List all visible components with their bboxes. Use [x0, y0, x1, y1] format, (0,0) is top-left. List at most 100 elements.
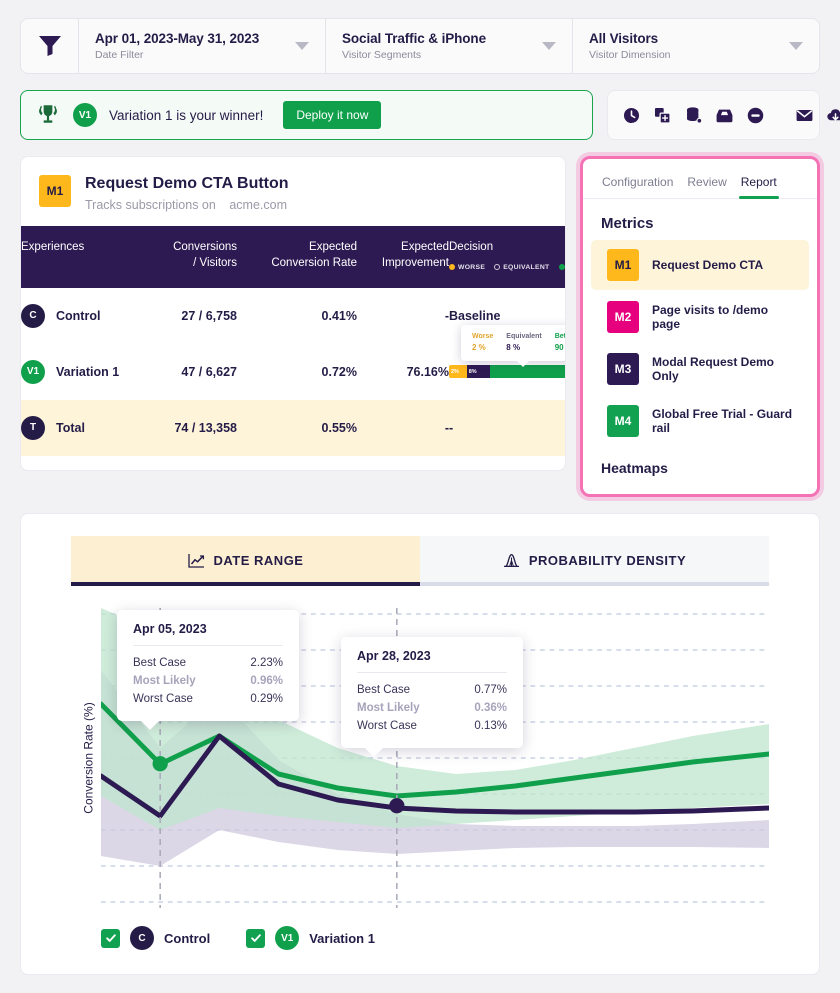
table-row[interactable]: T Total 74 / 13,358 0.55% - - [21, 399, 565, 456]
heatmaps-section-title[interactable]: Heatmaps [583, 448, 817, 494]
experiment-subtitle-text: Tracks subscriptions on [85, 198, 216, 212]
trophy-icon [39, 105, 57, 123]
table-row[interactable]: V1 Variation 1 47 / 6,627 0.72% 76.16% W… [21, 325, 565, 400]
visitor-dimension-label: Visitor Dimension [589, 49, 671, 61]
tooltip-worst-case: Worst Case 0.29% [133, 690, 283, 708]
legend-equivalent-dot-icon [494, 264, 501, 271]
tooltip-most-likely-value: 0.96% [250, 675, 283, 687]
tooltip-best-case-label: Best Case [357, 684, 411, 696]
tooltip-worse-label: Worse [472, 333, 494, 341]
metric-badge-m1: M1 [39, 175, 71, 207]
tooltip-worst-case-label: Worst Case [133, 693, 193, 705]
row-variation1-decision: Worse 2 % Equivalent 8 % Better [449, 325, 565, 400]
metric-item-m3[interactable]: M3 Modal Request Demo Only [591, 344, 809, 394]
pause-icon[interactable] [746, 106, 765, 125]
database-icon[interactable] [684, 106, 703, 125]
duplicate-icon[interactable] [653, 106, 672, 125]
tooltip-equivalent: Equivalent 8 % [506, 333, 541, 352]
tab-report[interactable]: Report [734, 171, 784, 199]
decision-segment-equivalent: 8% [466, 365, 491, 379]
cloud-download-icon[interactable] [826, 106, 840, 125]
experiment-subtitle: Tracks subscriptions on acme.com [85, 198, 289, 212]
date-filter[interactable]: Apr 01, 2023-May 31, 2023 Date Filter [79, 19, 326, 73]
mail-icon[interactable] [795, 106, 814, 125]
filter-funnel-button[interactable] [21, 19, 79, 73]
col-improvement-line2: Improvement [381, 256, 449, 269]
col-conversions-line1: Conversions [173, 241, 237, 253]
col-conversion-rate: Expected Conversion Rate [237, 226, 357, 288]
row-control-conversions: 27 / 6,758 [181, 308, 237, 323]
row-variation1-conversions: 47 / 6,627 [181, 364, 237, 379]
chevron-down-icon[interactable] [542, 42, 556, 50]
visitor-segments-label: Visitor Segments [342, 49, 422, 61]
chevron-down-icon[interactable] [295, 42, 309, 50]
filter-bar: Apr 01, 2023-May 31, 2023 Date Filter So… [20, 18, 820, 74]
metric-label-m2: Page visits to /demo page [652, 303, 769, 331]
metric-badge-m3: M3 [607, 353, 639, 385]
tooltip-divider [357, 672, 507, 673]
metric-label-m4: Global Free Trial - Guard rail [652, 407, 793, 435]
tooltip-better-label: Better [554, 333, 566, 341]
experiment-card: M1 Request Demo CTA Button Tracks subscr… [20, 156, 566, 471]
deploy-button[interactable]: Deploy it now [283, 101, 382, 129]
tab-date-range[interactable]: DATE RANGE [71, 536, 420, 586]
metric-item-m4[interactable]: M4 Global Free Trial - Guard rail [591, 396, 809, 446]
tab-review[interactable]: Review [680, 171, 733, 198]
col-rate-line2: Conversion Rate [271, 256, 357, 269]
legend-badge-control: C [130, 926, 154, 950]
metric-item-m2[interactable]: M2 Page visits to /demo page [591, 292, 809, 342]
col-conversions: Conversions / Visitors [141, 226, 237, 288]
tooltip-best-case-value: 2.23% [250, 657, 283, 669]
line-chart-icon [187, 554, 204, 568]
col-rate-line1: Expected [309, 241, 357, 253]
tab-probability-density[interactable]: PROBABILITY DENSITY [420, 536, 769, 586]
visitor-segments-filter[interactable]: Social Traffic & iPhone Visitor Segments [326, 19, 573, 73]
tooltip-date: Apr 28, 2023 [357, 649, 431, 663]
metrics-title: Metrics [601, 215, 654, 232]
experience-name-total: Total [56, 420, 85, 435]
row-variation1-improvement: 76.16% [406, 364, 449, 379]
baseline-label: Baseline [449, 308, 501, 323]
metric-label-m1: Request Demo CTA [652, 258, 764, 272]
row-total-experience: T Total [21, 399, 141, 456]
row-control-rate: 0.41% [321, 308, 357, 323]
decision-segment-worse: 2% [449, 365, 467, 379]
col-conversions-line2: / Visitors [193, 256, 237, 269]
experience-badge-variation1: V1 [21, 359, 45, 384]
row-control-improvement: - [444, 308, 449, 323]
legend-checkbox-variation1[interactable] [246, 928, 266, 948]
tooltip-worst-case-label: Worst Case [357, 720, 417, 732]
archive-icon[interactable] [715, 106, 734, 125]
winner-banner-row: V1 Variation 1 is your winner! Deploy it… [20, 90, 840, 140]
col-improvement: Expected Improvement [357, 226, 449, 288]
col-improvement-line1: Expected [401, 241, 449, 253]
decision-bar-wrapper[interactable]: Worse 2 % Equivalent 8 % Better [449, 325, 565, 379]
tooltip-date: Apr 05, 2023 [133, 622, 207, 636]
winner-variation-badge: V1 [73, 103, 97, 127]
tooltip-most-likely: Most Likely 0.96% [133, 672, 283, 690]
legend-item-variation1[interactable]: V1 Variation 1 [246, 926, 375, 950]
experience-badge-total: T [21, 415, 45, 440]
metric-badge-m1: M1 [607, 249, 639, 281]
tooltip-worst-case-value: 0.13% [474, 720, 507, 732]
tooltip-worse: Worse 2 % [472, 333, 493, 352]
chevron-down-icon[interactable] [789, 42, 803, 50]
date-filter-value: Apr 01, 2023-May 31, 2023 [95, 31, 260, 46]
experience-name-control: Control [56, 308, 101, 323]
legend-better-dot-icon [558, 264, 565, 271]
clock-icon[interactable] [622, 106, 641, 125]
tab-configuration[interactable]: Configuration [595, 171, 680, 198]
chart-legend: C Control V1 Variation 1 [21, 908, 819, 974]
chart-plot-area: Conversion Rate (%) Apr 05, 2023 Best Ca… [71, 608, 769, 908]
visitor-dimension-filter[interactable]: All Visitors Visitor Dimension [573, 19, 819, 73]
experiences-table: Experiences Conversions / Visitors Expec… [21, 226, 565, 456]
legend-item-control[interactable]: C Control [101, 926, 210, 950]
chart-tooltip-apr-28: Apr 28, 2023 Best Case 0.77% Most Likely… [341, 637, 523, 757]
chart-tabs: DATE RANGE PROBABILITY DENSITY [21, 514, 819, 586]
metric-item-m1[interactable]: M1 Request Demo CTA [591, 240, 809, 290]
tooltip-most-likely-value: 0.36% [474, 702, 507, 714]
chart-y-axis-label: Conversion Rate (%) [81, 702, 96, 814]
legend-checkbox-control[interactable] [101, 928, 120, 948]
visitor-segments-value: Social Traffic & iPhone [342, 31, 486, 46]
report-panel: Configuration Review Report Metrics M1 R… [580, 156, 820, 497]
